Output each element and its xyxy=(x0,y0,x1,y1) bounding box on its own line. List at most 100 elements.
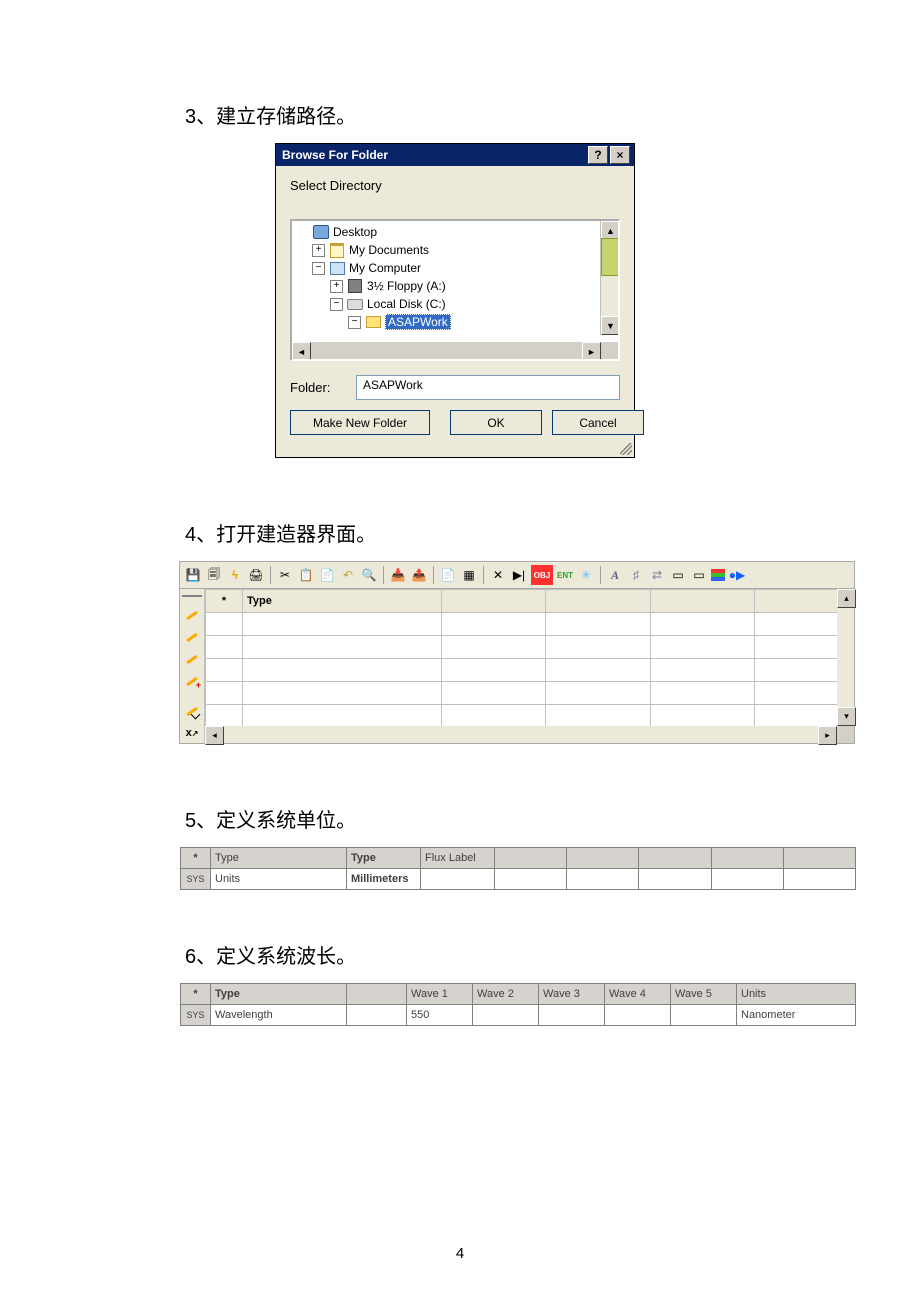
folder-field[interactable]: ASAPWork xyxy=(356,375,620,400)
pencil-icon[interactable] xyxy=(182,649,202,669)
tree-node-asapwork[interactable]: − ASAPWork xyxy=(296,313,614,331)
cell-type[interactable]: Units xyxy=(211,869,347,890)
sys-marker: SYS xyxy=(181,869,211,890)
collapse-icon[interactable]: − xyxy=(348,316,361,329)
open-folder-icon xyxy=(365,315,381,329)
collapse-icon[interactable]: − xyxy=(330,298,343,311)
box2-icon[interactable]: ▭ xyxy=(690,566,708,584)
tree-node-desktop[interactable]: Desktop xyxy=(296,223,614,241)
col-type[interactable]: Type xyxy=(243,590,442,613)
close-button[interactable]: × xyxy=(610,146,630,164)
scroll-down-button[interactable]: ▾ xyxy=(837,707,856,726)
pencil-icon[interactable] xyxy=(182,627,202,647)
col-blank[interactable] xyxy=(783,848,855,869)
page-icon[interactable]: 📄 xyxy=(439,566,457,584)
col-blank[interactable] xyxy=(546,590,650,613)
sparkle-icon[interactable]: ✳ xyxy=(577,566,595,584)
col-wave5[interactable]: Wave 5 xyxy=(671,984,737,1005)
select-directory-label: Select Directory xyxy=(290,178,620,193)
tree-node-mydocs[interactable]: + My Documents xyxy=(296,241,614,259)
pencil-cursor-icon[interactable] xyxy=(182,701,202,721)
x-cursor-icon[interactable]: x↗ xyxy=(182,723,202,743)
col-blank[interactable] xyxy=(711,848,783,869)
col-type[interactable]: Type xyxy=(211,848,347,869)
expand-icon[interactable]: + xyxy=(330,280,343,293)
table-row[interactable]: SYS Wavelength 550 Nanometer xyxy=(181,1005,856,1026)
col-wave2[interactable]: Wave 2 xyxy=(473,984,539,1005)
col-star[interactable]: * xyxy=(181,848,211,869)
tree-node-floppy[interactable]: + 3½ Floppy (A:) xyxy=(296,277,614,295)
scroll-left-button[interactable]: ◄ xyxy=(292,342,311,361)
bars-icon[interactable] xyxy=(711,569,725,581)
col-type2[interactable]: Type xyxy=(347,848,421,869)
hash-icon[interactable]: ♯ xyxy=(627,566,645,584)
grid-icon[interactable]: ▦ xyxy=(460,566,478,584)
col-blank[interactable] xyxy=(639,848,711,869)
col-units[interactable]: Units xyxy=(737,984,856,1005)
col-flux[interactable]: Flux Label xyxy=(421,848,495,869)
cell-value[interactable]: Millimeters xyxy=(347,869,421,890)
bolt-icon[interactable]: ϟ xyxy=(226,566,244,584)
grid-vertical-scrollbar[interactable]: ▴ ▾ xyxy=(837,589,854,726)
file-in-icon[interactable]: 📥 xyxy=(389,566,407,584)
print-icon[interactable]: 🖨 xyxy=(247,566,265,584)
pencil-add-icon[interactable] xyxy=(182,671,202,691)
vertical-scrollbar[interactable]: ▲ ▼ xyxy=(600,221,618,335)
dialog-title: Browse For Folder xyxy=(282,148,588,162)
col-star[interactable]: * xyxy=(181,984,211,1005)
scroll-thumb[interactable] xyxy=(601,238,620,276)
pencil-icon[interactable] xyxy=(182,605,202,625)
cut-icon[interactable]: ✂ xyxy=(276,566,294,584)
scroll-right-button[interactable]: ► xyxy=(582,342,601,361)
ent-icon[interactable]: ENT xyxy=(556,566,574,584)
scroll-down-button[interactable]: ▼ xyxy=(601,316,620,335)
col-blank[interactable] xyxy=(495,848,567,869)
col-wave3[interactable]: Wave 3 xyxy=(539,984,605,1005)
copy-icon[interactable]: 📋 xyxy=(297,566,315,584)
help-button[interactable]: ? xyxy=(588,146,608,164)
grid-horizontal-scrollbar[interactable]: ◂ ▸ xyxy=(205,726,854,743)
cancel-button[interactable]: Cancel xyxy=(552,410,644,435)
scroll-right-button[interactable]: ▸ xyxy=(818,726,837,745)
col-wave4[interactable]: Wave 4 xyxy=(605,984,671,1005)
col-type[interactable]: Type xyxy=(211,984,347,1005)
collapse-icon[interactable]: − xyxy=(312,262,325,275)
col-blank[interactable] xyxy=(442,590,546,613)
ok-button[interactable]: OK xyxy=(450,410,542,435)
play-icon[interactable]: ●▶ xyxy=(728,566,746,584)
file-out-icon[interactable]: 📤 xyxy=(410,566,428,584)
cell-units[interactable]: Nanometer xyxy=(737,1005,856,1026)
col-blank[interactable] xyxy=(347,984,407,1005)
col-star[interactable]: * xyxy=(206,590,243,613)
end-icon[interactable]: ▶| xyxy=(510,566,528,584)
table-row[interactable]: SYS Units Millimeters xyxy=(181,869,856,890)
tree-node-localdisk[interactable]: − Local Disk (C:) xyxy=(296,295,614,313)
cell-wave1[interactable]: 550 xyxy=(407,1005,473,1026)
obj-icon[interactable]: OBJ xyxy=(531,565,553,585)
cell-type[interactable]: Wavelength xyxy=(211,1005,347,1026)
find-icon[interactable]: 🔍 xyxy=(360,566,378,584)
step-6-heading: 6、定义系统波长。 xyxy=(185,940,840,969)
folder-tree[interactable]: Desktop + My Documents − My Computer xyxy=(290,219,620,361)
step-3-heading: 3、建立存储路径。 xyxy=(185,100,840,129)
font-a-icon[interactable]: A xyxy=(606,566,624,584)
expand-icon[interactable]: + xyxy=(312,244,325,257)
save-icon[interactable]: 💾 xyxy=(184,566,202,584)
col-wave1[interactable]: Wave 1 xyxy=(407,984,473,1005)
col-blank[interactable] xyxy=(567,848,639,869)
scroll-up-button[interactable]: ▴ xyxy=(837,589,856,608)
make-new-folder-button[interactable]: Make New Folder xyxy=(290,410,430,435)
builder-grid[interactable]: * Type xyxy=(205,589,854,743)
tree-label: 3½ Floppy (A:) xyxy=(367,279,446,293)
copy-all-icon[interactable]: 🗐 xyxy=(205,566,223,584)
paste-icon[interactable]: 📄 xyxy=(318,566,336,584)
horizontal-scrollbar[interactable]: ◄ ► xyxy=(292,342,618,359)
box1-icon[interactable]: ▭ xyxy=(669,566,687,584)
tree-node-mycomp[interactable]: − My Computer xyxy=(296,259,614,277)
resize-grip-icon[interactable] xyxy=(620,443,632,455)
delete-icon[interactable]: ✕ xyxy=(489,566,507,584)
scroll-left-button[interactable]: ◂ xyxy=(205,726,224,745)
undo-icon[interactable]: ↶ xyxy=(339,566,357,584)
flow-icon[interactable]: ⇄ xyxy=(648,566,666,584)
col-blank[interactable] xyxy=(650,590,754,613)
